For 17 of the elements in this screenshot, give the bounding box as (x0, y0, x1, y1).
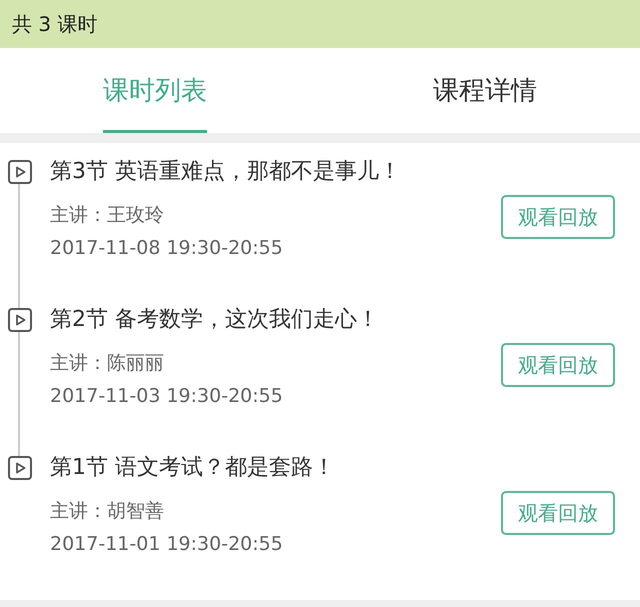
replay-button[interactable]: 观看回放 (501, 491, 615, 535)
lesson-time: 2017-11-03 19:30-20:55 (50, 384, 283, 408)
lesson-title: 第2节 备考数学，这次我们走心！ (50, 308, 380, 332)
lesson-teacher: 主讲：陈丽丽 (50, 351, 165, 375)
play-icon (8, 308, 32, 332)
tab[interactable]: 课程详情 (433, 48, 537, 133)
lesson-teacher: 主讲：王玫玲 (50, 203, 165, 227)
lesson-teacher: 主讲：胡智善 (50, 499, 165, 523)
play-icon (8, 456, 32, 480)
play-icon (8, 160, 32, 184)
lesson-time: 2017-11-01 19:30-20:55 (50, 532, 283, 556)
lesson-title: 第3节 英语重难点，那都不是事儿！ (50, 160, 402, 184)
lesson-time: 2017-11-08 19:30-20:55 (50, 236, 283, 260)
replay-button[interactable]: 观看回放 (501, 343, 615, 387)
lesson-title: 第1节 语文考试？都是套路！ (50, 456, 336, 480)
replay-button[interactable]: 观看回放 (501, 195, 615, 239)
lesson-count: 共 3 课时 (12, 10, 98, 38)
